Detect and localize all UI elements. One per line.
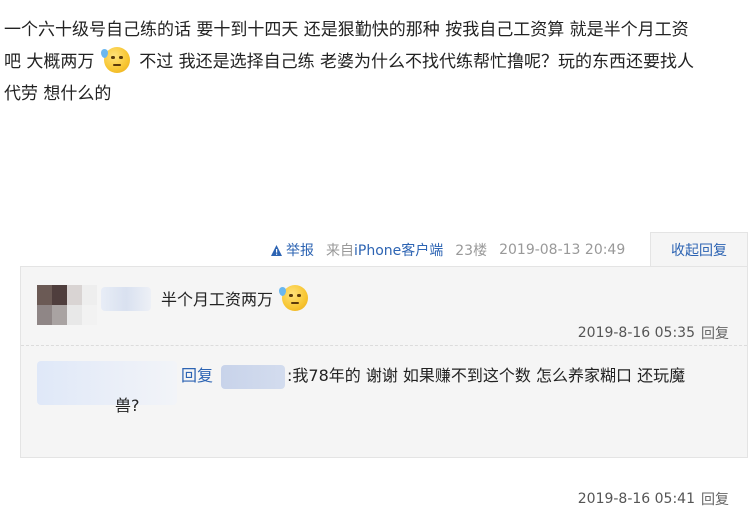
source-prefix: 来自 <box>326 243 354 259</box>
post-line-2b: 不过 我还是选择自己练 老婆为什么不找代练帮忙撸呢？玩的东西还要找人 <box>139 52 695 72</box>
reply-list: 半个月工资两万 2019-8-16 05:35 回复 回复 :我78年的 谢谢 … <box>20 266 748 508</box>
reply-prefix: 回复 <box>181 366 214 385</box>
post-line-2: 吧 大概两万 不过 我还是选择自己练 老婆为什么不找代练帮忙撸呢？玩的东西还要找… <box>4 46 744 78</box>
collapse-replies-button[interactable]: 收起回复 <box>650 232 748 267</box>
sweat-smile-emoji-icon <box>100 47 130 73</box>
avatar-pixel <box>82 285 97 305</box>
report-label: 举报 <box>286 243 314 259</box>
reply-item: 半个月工资两万 2019-8-16 05:35 回复 <box>21 267 747 346</box>
post-content: 一个六十级号自己练的话 要十到十四天 还是狠勤快的那种 按我自己工资算 就是半个… <box>4 14 744 110</box>
avatar[interactable] <box>37 285 97 325</box>
post-line-1: 一个六十级号自己练的话 要十到十四天 还是狠勤快的那种 按我自己工资算 就是半个… <box>4 20 689 40</box>
reply-body-continued: 兽? <box>115 396 140 415</box>
blurred-username[interactable] <box>101 287 151 311</box>
report-button[interactable]: 举报 <box>270 240 314 260</box>
source-link[interactable]: iPhone客户端 <box>354 243 443 259</box>
reply-time: 2019-8-16 05:41 <box>577 491 695 507</box>
post-line-2a: 吧 大概两万 <box>4 52 95 72</box>
avatar-pixel <box>82 305 97 325</box>
reply-meta: 2019-8-16 05:41 回复 <box>578 489 729 509</box>
avatar-pixel <box>52 305 67 325</box>
reply-body: :我78年的 谢谢 如果赚不到这个数 怎么养家糊口 还玩魔 <box>287 366 686 385</box>
avatar-pixel <box>67 285 82 305</box>
reply-time: 2019-8-16 05:35 <box>577 325 695 341</box>
post-meta: 举报 来自iPhone客户端 23楼 2019-08-13 20:49 <box>270 238 625 262</box>
reply-item: 回复 :我78年的 谢谢 如果赚不到这个数 怎么养家糊口 还玩魔 兽? 2019… <box>21 347 747 508</box>
reply-body: 半个月工资两万 <box>161 290 274 309</box>
reply-text: 半个月工资两万 <box>161 285 312 315</box>
reply-button[interactable]: 回复 <box>701 323 729 343</box>
reply-button[interactable]: 回复 <box>701 489 729 509</box>
avatar-pixel <box>37 285 52 305</box>
blurred-username[interactable] <box>221 365 285 389</box>
blurred-avatar[interactable] <box>37 361 177 405</box>
avatar-pixel <box>37 305 52 325</box>
reply-meta: 2019-8-16 05:35 回复 <box>578 323 729 343</box>
post-line-3: 代劳 想什么的 <box>4 84 112 104</box>
sweat-smile-emoji-icon <box>279 285 309 311</box>
post-time: 2019-08-13 20:49 <box>499 242 626 258</box>
avatar-pixel <box>52 285 67 305</box>
warning-icon <box>271 244 282 256</box>
avatar-pixel <box>67 305 82 325</box>
floor-number: 23楼 <box>455 243 488 259</box>
post-source: 来自iPhone客户端 <box>326 240 443 260</box>
